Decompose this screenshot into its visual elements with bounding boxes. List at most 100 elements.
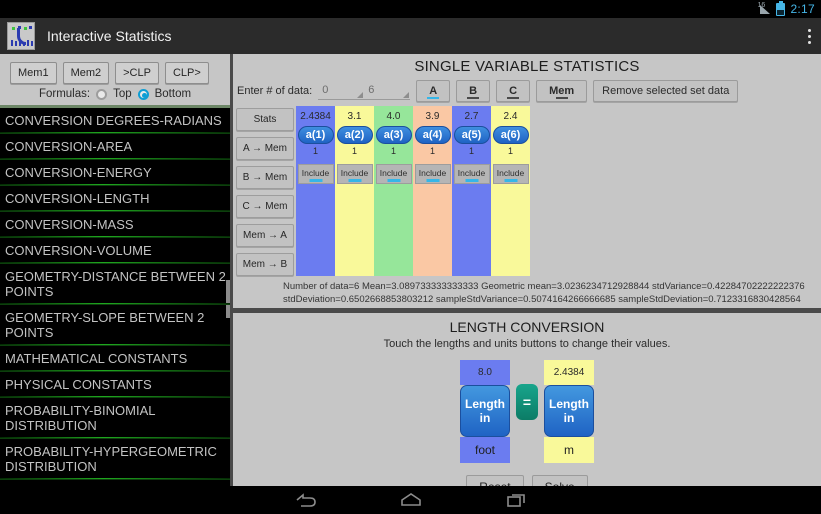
data-weight[interactable]: 1 [491, 144, 530, 161]
data-weight[interactable]: 1 [374, 144, 413, 161]
mem-to-a-button[interactable]: Mem → A [236, 224, 294, 247]
radio-top[interactable] [96, 88, 108, 100]
conversion-panel: LENGTH CONVERSION Touch the lengths and … [233, 313, 821, 499]
conversion-grid: 8.0 Length in foot = 2.4384 Length in m [233, 360, 821, 463]
stats-button[interactable]: Stats [236, 108, 294, 131]
radio-bottom[interactable] [137, 88, 149, 100]
data-label-pill[interactable]: a(4) [414, 126, 451, 144]
status-clock: 2:17 [790, 2, 815, 16]
data-value[interactable]: 4.0 [374, 106, 413, 126]
radio-top-label[interactable]: Top [113, 88, 132, 100]
list-item[interactable]: PROBABILITY-HYPERGEOMETRIC DISTRIBUTION [0, 439, 230, 480]
conversion-left-column: 8.0 Length in foot [460, 360, 510, 463]
data-label-pill[interactable]: a(2) [336, 126, 373, 144]
data-count-spinner[interactable]: 6 [364, 82, 411, 100]
data-column: 2.4384 a(1) 1 Include [296, 106, 335, 276]
list-item[interactable]: CONVERSION-VOLUME [0, 238, 230, 264]
data-columns: 2.4384 a(1) 1 Include 3.1 a(2) 1 Include 4.0 a(3)… [296, 106, 530, 276]
data-weight[interactable]: 1 [452, 144, 491, 161]
enter-data-label: Enter # of data: [237, 85, 313, 97]
a-to-mem-button[interactable]: A → Mem [236, 137, 294, 160]
formulas-radio-group: Formulas: Top Bottom [0, 88, 230, 105]
stats-results-line-2: stdDeviation=0.6502668853803212 sampleSt… [283, 294, 801, 305]
data-value[interactable]: 2.4384 [296, 106, 335, 126]
list-item[interactable]: CONVERSION-MASS [0, 212, 230, 238]
action-bar: Interactive Statistics [0, 18, 821, 54]
from-clipboard-button[interactable]: CLP> [164, 62, 209, 84]
list-item[interactable]: MATHEMATICAL CONSTANTS [0, 346, 230, 372]
list-item[interactable]: CONVERSION-LENGTH [0, 186, 230, 212]
data-weight[interactable]: 1 [296, 144, 335, 161]
list-item[interactable]: GEOMETRY-SLOPE BETWEEN 2 POINTS [0, 305, 230, 346]
list-item[interactable]: GEOMETRY-DISTANCE BETWEEN 2 POINTS [0, 264, 230, 305]
remove-selected-set-data-button[interactable]: Remove selected set data [593, 80, 739, 102]
to-clipboard-button[interactable]: >CLP [115, 62, 159, 84]
keyword-list[interactable]: CONVERSION DEGREES-RADIANS CONVERSION-ARE… [0, 108, 230, 486]
stats-body: Stats A → Mem B → Mem C → Mem Mem → A Mem → B… [233, 102, 821, 276]
conversion-right-value[interactable]: 2.4384 [544, 360, 594, 385]
formulas-label: Formulas: [38, 88, 91, 100]
include-spinner[interactable]: Include [375, 164, 412, 184]
data-label-pill[interactable]: a(3) [375, 126, 412, 144]
c-to-mem-button[interactable]: C → Mem [236, 195, 294, 218]
app-root: 16 2:17 Interactive Statistics Mem1 Mem2 [0, 0, 821, 514]
data-column: 4.0 a(3) 1 Include [374, 106, 413, 276]
back-icon[interactable] [292, 491, 318, 509]
include-spinner[interactable]: Include [414, 164, 451, 184]
data-value[interactable]: 2.7 [452, 106, 491, 126]
include-spinner[interactable]: Include [297, 164, 334, 184]
include-spinner-label: Include [418, 168, 447, 178]
b-to-mem-button[interactable]: B → Mem [236, 166, 294, 189]
data-label-pill[interactable]: a(1) [297, 126, 334, 144]
set-tab-mem[interactable]: Mem [536, 80, 588, 102]
data-start-spinner[interactable]: 0 [318, 82, 365, 100]
overflow-menu-icon[interactable] [808, 28, 811, 44]
status-bar: 16 2:17 [0, 0, 821, 18]
stats-results-line-1: Number of data=6 Mean=3.089733333333333 … [283, 281, 805, 292]
app-title: Interactive Statistics [47, 28, 172, 44]
conversion-right-unit[interactable]: m [544, 437, 594, 463]
include-spinner[interactable]: Include [453, 164, 490, 184]
include-spinner-label: Include [457, 168, 486, 178]
list-item[interactable]: CONVERSION-ENERGY [0, 160, 230, 186]
list-item[interactable]: CONVERSION DEGREES-RADIANS [0, 108, 230, 134]
set-tab-b[interactable]: B [456, 80, 491, 102]
equals-icon: = [516, 384, 538, 420]
data-column: 3.9 a(4) 1 Include [413, 106, 452, 276]
radio-bottom-label[interactable]: Bottom [155, 88, 191, 100]
list-item[interactable]: CONVERSION-AREA [0, 134, 230, 160]
data-weight[interactable]: 1 [335, 144, 374, 161]
include-spinner-label: Include [379, 168, 408, 178]
set-tab-c[interactable]: C [496, 80, 531, 102]
conversion-right-button[interactable]: Length in [544, 385, 594, 437]
include-spinner[interactable]: Include [336, 164, 373, 184]
mem-to-b-button[interactable]: Mem → B [236, 253, 294, 276]
conversion-left-unit[interactable]: foot [460, 437, 510, 463]
conversion-subtitle: Touch the lengths and units buttons to c… [383, 338, 671, 350]
include-spinner[interactable]: Include [492, 164, 529, 184]
conversion-left-value[interactable]: 8.0 [460, 360, 510, 385]
mem2-button[interactable]: Mem2 [62, 62, 110, 84]
data-entry-row: Enter # of data: 0 6 A B C Mem Remove se… [233, 75, 821, 102]
app-logo-icon [7, 22, 35, 50]
list-item[interactable]: PHYSICAL CONSTANTS [0, 372, 230, 398]
data-column: 2.4 a(6) 1 Include [491, 106, 530, 276]
recents-icon[interactable] [504, 491, 530, 509]
list-item[interactable]: PROBABILITY-BINOMIAL DISTRIBUTION [0, 398, 230, 439]
system-navigation-bar [0, 486, 821, 514]
home-icon[interactable] [398, 491, 424, 509]
signal-icon: 16 [757, 2, 771, 15]
data-value[interactable]: 3.1 [335, 106, 374, 126]
mem1-button[interactable]: Mem1 [10, 62, 57, 84]
set-tab-a[interactable]: A [416, 80, 451, 102]
data-value[interactable]: 3.9 [413, 106, 452, 126]
data-value[interactable]: 2.4 [491, 106, 530, 126]
stats-panel-title: SINGLE VARIABLE STATISTICS [414, 58, 640, 75]
conversion-right-column: 2.4384 Length in m [544, 360, 594, 463]
include-spinner-label: Include [340, 168, 369, 178]
conversion-left-button[interactable]: Length in [460, 385, 510, 437]
data-label-pill[interactable]: a(6) [492, 126, 529, 144]
data-label-pill[interactable]: a(5) [453, 126, 490, 144]
stats-side-buttons: Stats A → Mem B → Mem C → Mem Mem → A Mem → B [236, 106, 294, 276]
data-weight[interactable]: 1 [413, 144, 452, 161]
